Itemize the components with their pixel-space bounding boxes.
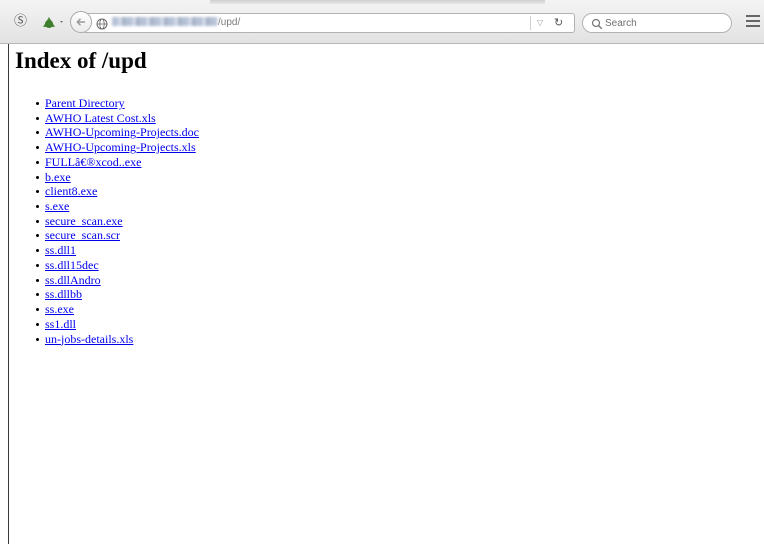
file-link[interactable]: AWHO-Upcoming-Projects.xls bbox=[45, 140, 196, 154]
file-link[interactable]: AWHO Latest Cost.xls bbox=[45, 111, 156, 125]
list-item: secure_scan.exe bbox=[15, 214, 199, 229]
file-link[interactable]: ss.dllAndro bbox=[45, 273, 101, 287]
search-input[interactable] bbox=[605, 15, 725, 31]
file-link[interactable]: secure_scan.scr bbox=[45, 228, 120, 242]
list-item: b.exe bbox=[15, 170, 199, 185]
file-link[interactable]: client8.exe bbox=[45, 184, 97, 198]
back-button[interactable] bbox=[70, 11, 92, 33]
list-item: Parent Directory bbox=[15, 96, 199, 111]
file-link[interactable]: AWHO-Upcoming-Projects.doc bbox=[45, 125, 199, 139]
list-item: ss1.dll bbox=[15, 317, 199, 332]
file-link[interactable]: ss.dll15dec bbox=[45, 258, 99, 272]
search-bar[interactable] bbox=[582, 13, 732, 33]
file-link[interactable]: Parent Directory bbox=[45, 96, 125, 110]
list-item: ss.dll1 bbox=[15, 243, 199, 258]
list-item: ss.exe bbox=[15, 302, 199, 317]
url-divider bbox=[530, 16, 531, 30]
globe-icon[interactable] bbox=[96, 17, 108, 30]
url-text[interactable]: /upd/ bbox=[112, 16, 240, 30]
browser-toolbar: Ⓢ /upd/ ▽ ↻ bbox=[0, 0, 764, 44]
list-item: un-jobs-details.xls bbox=[15, 332, 199, 347]
page-content: Index of /upd Parent Directory AWHO Late… bbox=[15, 45, 199, 346]
list-item: AWHO-Upcoming-Projects.xls bbox=[15, 140, 199, 155]
s-icon[interactable]: Ⓢ bbox=[14, 14, 28, 30]
url-path: /upd/ bbox=[218, 17, 241, 28]
tab-strip-edge bbox=[210, 0, 545, 4]
file-link[interactable]: secure_scan.exe bbox=[45, 214, 123, 228]
file-link[interactable]: b.exe bbox=[45, 170, 71, 184]
file-link[interactable]: s.exe bbox=[45, 199, 69, 213]
hamburger-menu-icon[interactable] bbox=[746, 15, 760, 27]
file-list: Parent Directory AWHO Latest Cost.xls AW… bbox=[15, 96, 199, 346]
file-link[interactable]: ss.exe bbox=[45, 302, 74, 316]
redacted-host bbox=[112, 17, 218, 26]
list-item: secure_scan.scr bbox=[15, 228, 199, 243]
search-icon bbox=[591, 17, 603, 30]
reload-icon[interactable]: ↻ bbox=[554, 15, 563, 31]
list-item: FULLâ€®xcod..exe bbox=[15, 155, 199, 170]
list-item: ss.dllbb bbox=[15, 287, 199, 302]
file-link[interactable]: ss.dllbb bbox=[45, 287, 82, 301]
file-link[interactable]: ss1.dll bbox=[45, 317, 76, 331]
dropdown-arrow-icon[interactable]: ▽ bbox=[537, 16, 543, 30]
list-item: ss.dll15dec bbox=[15, 258, 199, 273]
list-item: client8.exe bbox=[15, 184, 199, 199]
list-item: ss.dllAndro bbox=[15, 273, 199, 288]
file-link[interactable]: ss.dll1 bbox=[45, 243, 76, 257]
window-edge bbox=[8, 44, 9, 544]
back-arrow-icon bbox=[76, 18, 85, 26]
extension-icon[interactable] bbox=[40, 14, 66, 30]
list-item: AWHO Latest Cost.xls bbox=[15, 111, 199, 126]
file-link[interactable]: un-jobs-details.xls bbox=[45, 332, 133, 346]
file-link[interactable]: FULLâ€®xcod..exe bbox=[45, 155, 141, 169]
list-item: s.exe bbox=[15, 199, 199, 214]
page-title: Index of /upd bbox=[15, 48, 147, 73]
list-item: AWHO-Upcoming-Projects.doc bbox=[15, 125, 199, 140]
url-bar[interactable]: /upd/ ▽ ↻ bbox=[84, 13, 575, 33]
